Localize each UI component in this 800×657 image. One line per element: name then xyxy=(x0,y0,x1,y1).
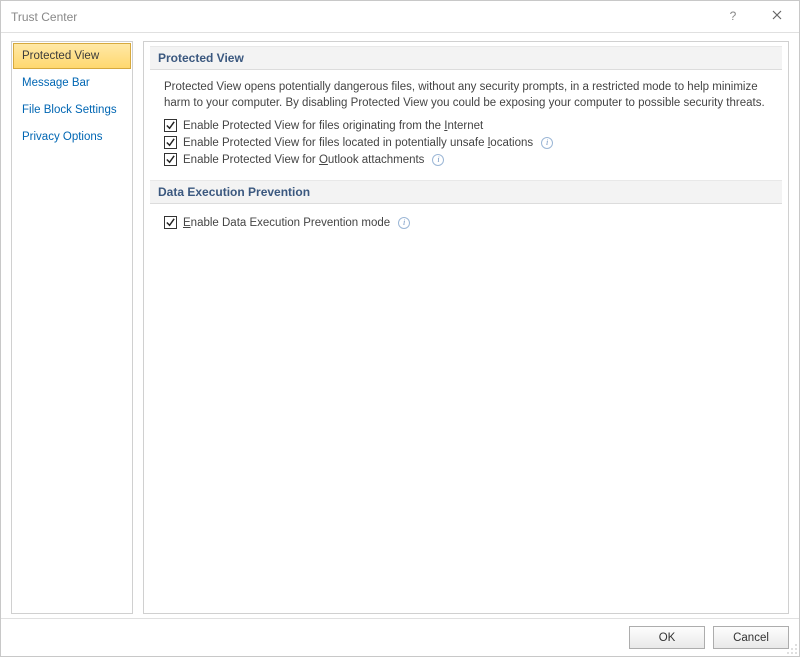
sidebar-item-protected-view[interactable]: Protected View xyxy=(13,43,131,69)
section-header-protected-view: Protected View xyxy=(150,46,782,70)
help-icon: ? xyxy=(730,9,737,23)
section-header-dep: Data Execution Prevention xyxy=(150,180,782,204)
protected-view-option-row: Enable Protected View for files originat… xyxy=(164,117,768,134)
protected-view-option-row: Enable Protected View for Outlook attach… xyxy=(164,151,768,168)
protected-view-checkbox[interactable] xyxy=(164,153,177,166)
window-title: Trust Center xyxy=(11,10,77,24)
ok-button[interactable]: OK xyxy=(629,626,705,649)
close-icon xyxy=(772,9,782,23)
resize-grip-icon[interactable] xyxy=(786,643,798,655)
titlebar: Trust Center ? xyxy=(1,1,799,33)
help-button[interactable]: ? xyxy=(711,1,755,31)
sidebar-item-label: Protected View xyxy=(22,50,99,62)
titlebar-buttons: ? xyxy=(711,1,799,31)
sidebar-item-label: Message Bar xyxy=(22,77,90,89)
content-pane: Protected View Protected View opens pote… xyxy=(143,41,789,614)
cancel-button[interactable]: Cancel xyxy=(713,626,789,649)
info-icon[interactable]: i xyxy=(398,217,410,229)
dep-label[interactable]: Enable Data Execution Prevention mode xyxy=(183,217,390,229)
protected-view-label[interactable]: Enable Protected View for files located … xyxy=(183,137,533,149)
dialog-footer: OK Cancel xyxy=(1,618,799,656)
section-body-protected-view: Protected View opens potentially dangero… xyxy=(150,76,782,180)
dep-option-row: Enable Data Execution Prevention mode i xyxy=(164,214,768,231)
close-button[interactable] xyxy=(755,1,799,31)
section-body-dep: Enable Data Execution Prevention mode i xyxy=(150,210,782,243)
sidebar-item-file-block-settings[interactable]: File Block Settings xyxy=(13,97,131,123)
info-icon[interactable]: i xyxy=(541,137,553,149)
sidebar: Protected View Message Bar File Block Sett… xyxy=(11,41,133,614)
protected-view-checkbox[interactable] xyxy=(164,119,177,132)
sidebar-item-privacy-options[interactable]: Privacy Options xyxy=(13,124,131,150)
protected-view-option-row: Enable Protected View for files located … xyxy=(164,134,768,151)
protected-view-label[interactable]: Enable Protected View for Outlook attach… xyxy=(183,154,424,166)
info-icon[interactable]: i xyxy=(432,154,444,166)
protected-view-checkbox[interactable] xyxy=(164,136,177,149)
dep-checkbox[interactable] xyxy=(164,216,177,229)
sidebar-item-message-bar[interactable]: Message Bar xyxy=(13,70,131,96)
protected-view-label[interactable]: Enable Protected View for files originat… xyxy=(183,120,483,132)
protected-view-description: Protected View opens potentially dangero… xyxy=(164,80,768,111)
dialog-body: Protected View Message Bar File Block Sett… xyxy=(1,33,799,618)
sidebar-item-label: Privacy Options xyxy=(22,131,103,143)
sidebar-item-label: File Block Settings xyxy=(22,104,117,116)
